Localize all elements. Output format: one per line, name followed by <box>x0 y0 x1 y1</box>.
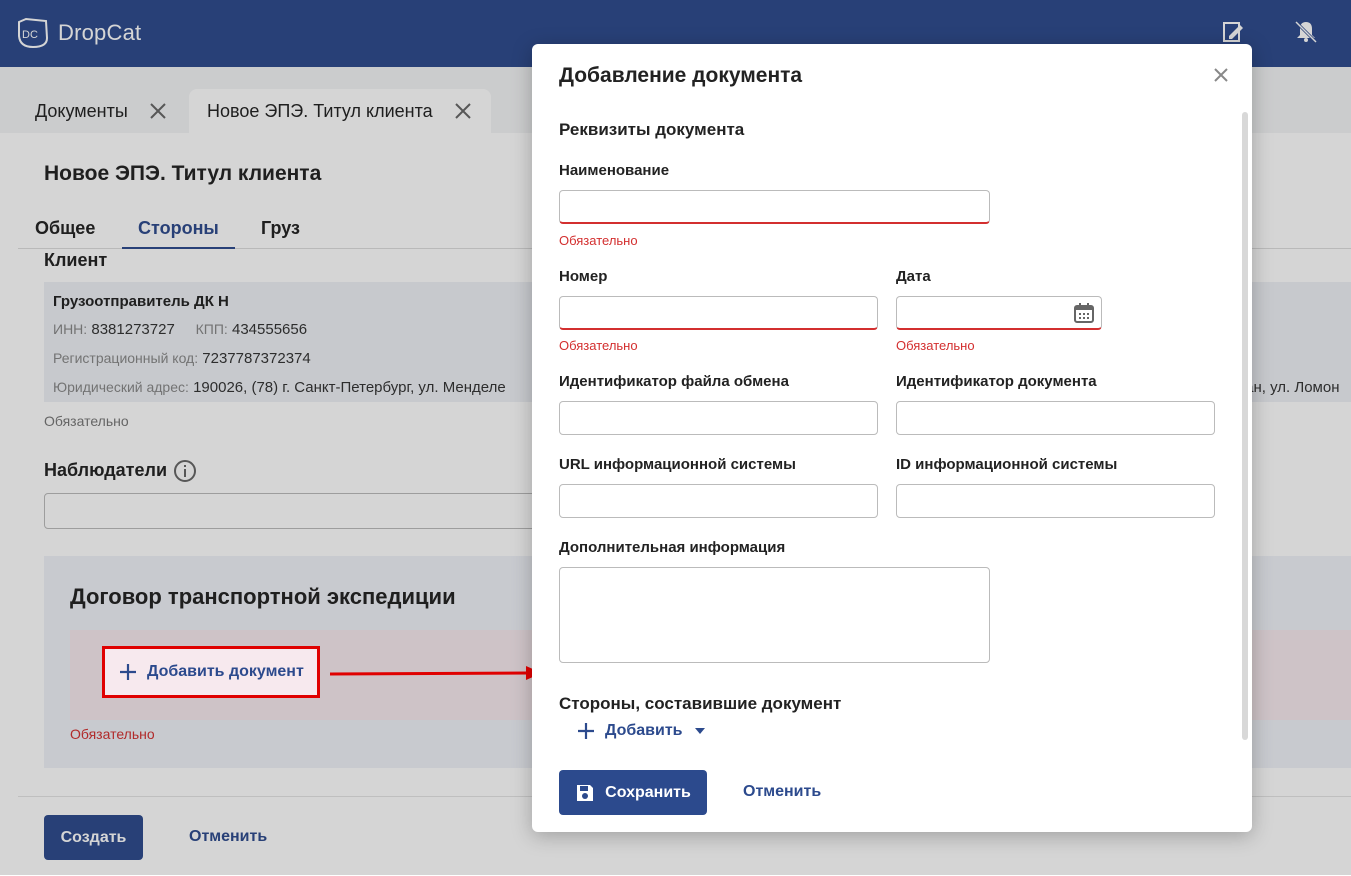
name-error: Обязательно <box>559 233 638 248</box>
modal-scrollbar[interactable] <box>1242 112 1248 740</box>
document-id-input[interactable] <box>896 401 1215 435</box>
modal-cancel-button[interactable]: Отменить <box>743 783 821 801</box>
exchange-file-id-input[interactable] <box>559 401 878 435</box>
is-url-label: URL информационной системы <box>559 456 796 473</box>
close-icon[interactable] <box>1210 64 1232 86</box>
extra-info-textarea[interactable] <box>559 567 990 663</box>
date-input[interactable] <box>896 296 1102 330</box>
exchange-file-id-label: Идентификатор файла обмена <box>559 373 789 390</box>
requisites-section-title: Реквизиты документа <box>559 120 745 139</box>
date-error: Обязательно <box>896 338 975 353</box>
document-id-label: Идентификатор документа <box>896 373 1097 390</box>
add-document-button[interactable]: Добавить документ <box>102 646 320 698</box>
name-input[interactable] <box>559 190 990 224</box>
app-root: DC DropCat Документы Новое ЭПЭ. Титул кл… <box>0 0 1351 876</box>
annotation-arrow-icon <box>330 666 542 680</box>
modal-title: Добавление документа <box>559 64 803 87</box>
number-input[interactable] <box>559 296 878 330</box>
save-button[interactable]: Сохранить <box>559 770 707 815</box>
add-document-modal: Добавление документа Реквизиты документа… <box>532 44 1252 832</box>
dropdown-arrow-icon[interactable] <box>693 726 707 736</box>
number-label: Номер <box>559 268 608 285</box>
is-url-input[interactable] <box>559 484 878 518</box>
number-error: Обязательно <box>559 338 638 353</box>
save-icon <box>577 784 594 801</box>
save-label: Сохранить <box>605 783 691 801</box>
parties-section-title: Стороны, составившие документ <box>559 694 842 713</box>
is-id-input[interactable] <box>896 484 1215 518</box>
name-label: Наименование <box>559 162 670 179</box>
add-parties-label: Добавить <box>605 722 683 739</box>
is-id-label: ID информационной системы <box>896 456 1118 473</box>
add-document-label: Добавить документ <box>147 663 304 680</box>
plus-icon <box>120 664 136 680</box>
extra-info-label: Дополнительная информация <box>559 539 786 556</box>
plus-icon <box>578 723 594 739</box>
add-parties-button[interactable]: Добавить <box>577 722 707 740</box>
calendar-icon[interactable] <box>1073 302 1095 324</box>
date-label: Дата <box>896 268 931 285</box>
